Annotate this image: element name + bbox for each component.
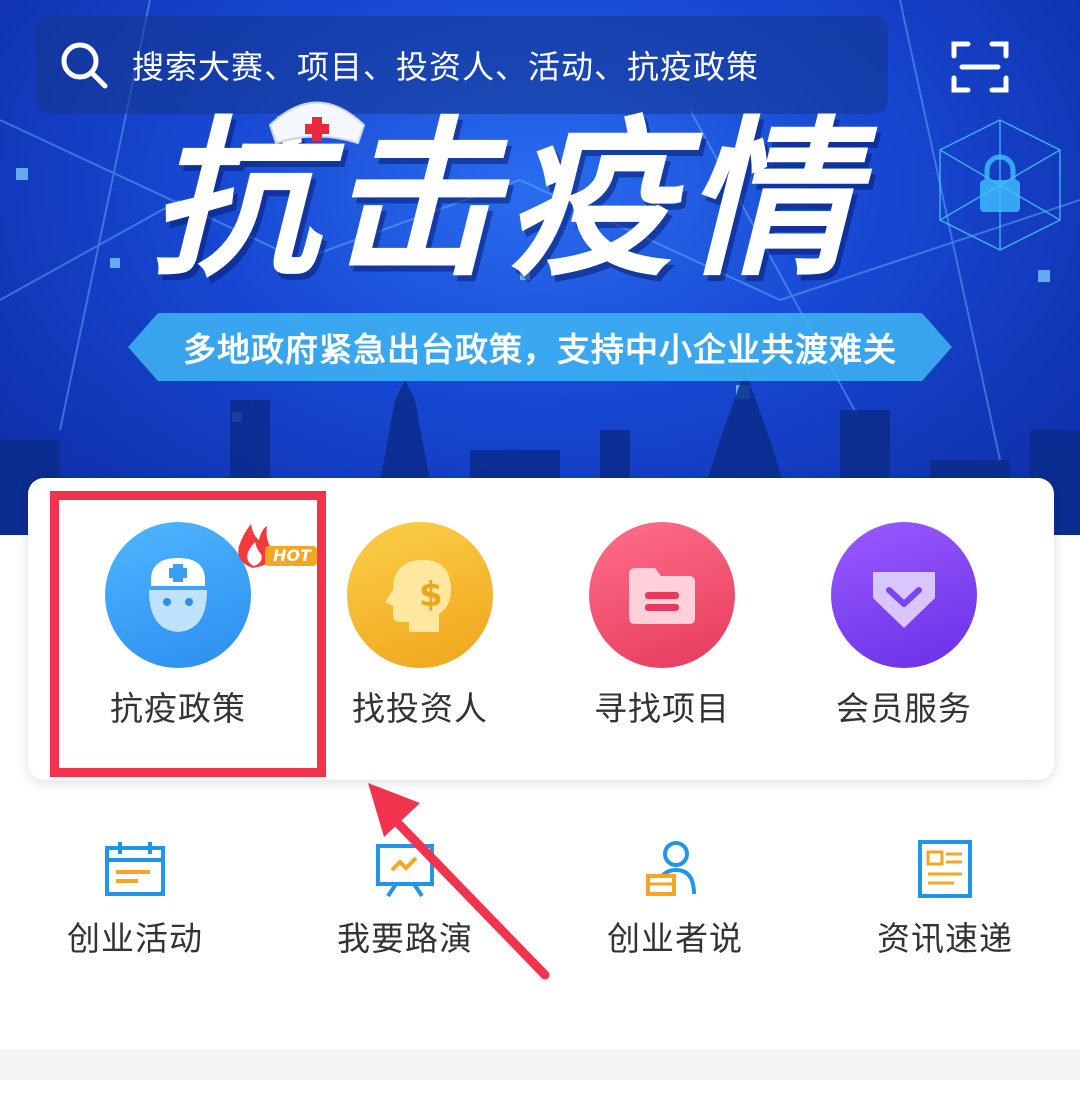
- quick-link-news-express[interactable]: 资讯速递: [835, 840, 1055, 970]
- banner-subtitle: 多地政府紧急出台政策，支持中小企业共渡难关: [183, 330, 897, 369]
- svg-text:$: $: [419, 575, 443, 615]
- feature-label: 会员服务: [836, 689, 972, 728]
- quick-link-label: 资讯速递: [877, 919, 1013, 958]
- calendar-icon: [105, 842, 165, 896]
- quick-link-roadshow[interactable]: 我要路演: [295, 840, 515, 970]
- presentation-board-icon: [376, 844, 434, 898]
- feature-find-project[interactable]: 寻找项目: [562, 522, 762, 728]
- search-input[interactable]: 搜索大赛、项目、投资人、活动、抗疫政策: [132, 42, 759, 88]
- feature-label: 找投资人: [352, 689, 488, 728]
- quick-link-startup-events[interactable]: 创业活动: [25, 840, 245, 970]
- quick-link-founder-talks[interactable]: 创业者说: [565, 840, 785, 970]
- news-icon: [918, 840, 972, 898]
- medical-mask-icon: [105, 522, 251, 668]
- quick-link-label: 创业者说: [607, 919, 743, 958]
- feature-label: 抗疫政策: [110, 689, 246, 728]
- hero-banner[interactable]: 搜索大赛、项目、投资人、活动、抗疫政策 抗击疫情 多地政府紧急出台政策，支持中小…: [0, 0, 1080, 535]
- quick-link-label: 我要路演: [337, 919, 473, 958]
- speaker-user-icon: [646, 841, 696, 896]
- hot-badge-text: HOT: [273, 546, 311, 565]
- scan-icon[interactable]: [950, 38, 1010, 96]
- feature-membership-service[interactable]: 会员服务: [804, 522, 1004, 728]
- gem-icon: [831, 522, 977, 668]
- dollar-head-icon: $: [347, 522, 493, 668]
- nurse-cap-icon: [268, 101, 366, 145]
- section-divider: [0, 1050, 1080, 1080]
- search-icon: [61, 42, 108, 89]
- quick-link-label: 创业活动: [67, 919, 203, 958]
- lock-cube-icon: [939, 119, 1061, 251]
- feature-find-investor[interactable]: $ 找投资人: [320, 522, 520, 728]
- feature-card: 抗疫政策 HOT $ 找投资人 寻找项目 会员服务: [28, 478, 1054, 780]
- folder-icon: [589, 522, 735, 668]
- feature-label: 寻找项目: [594, 689, 730, 728]
